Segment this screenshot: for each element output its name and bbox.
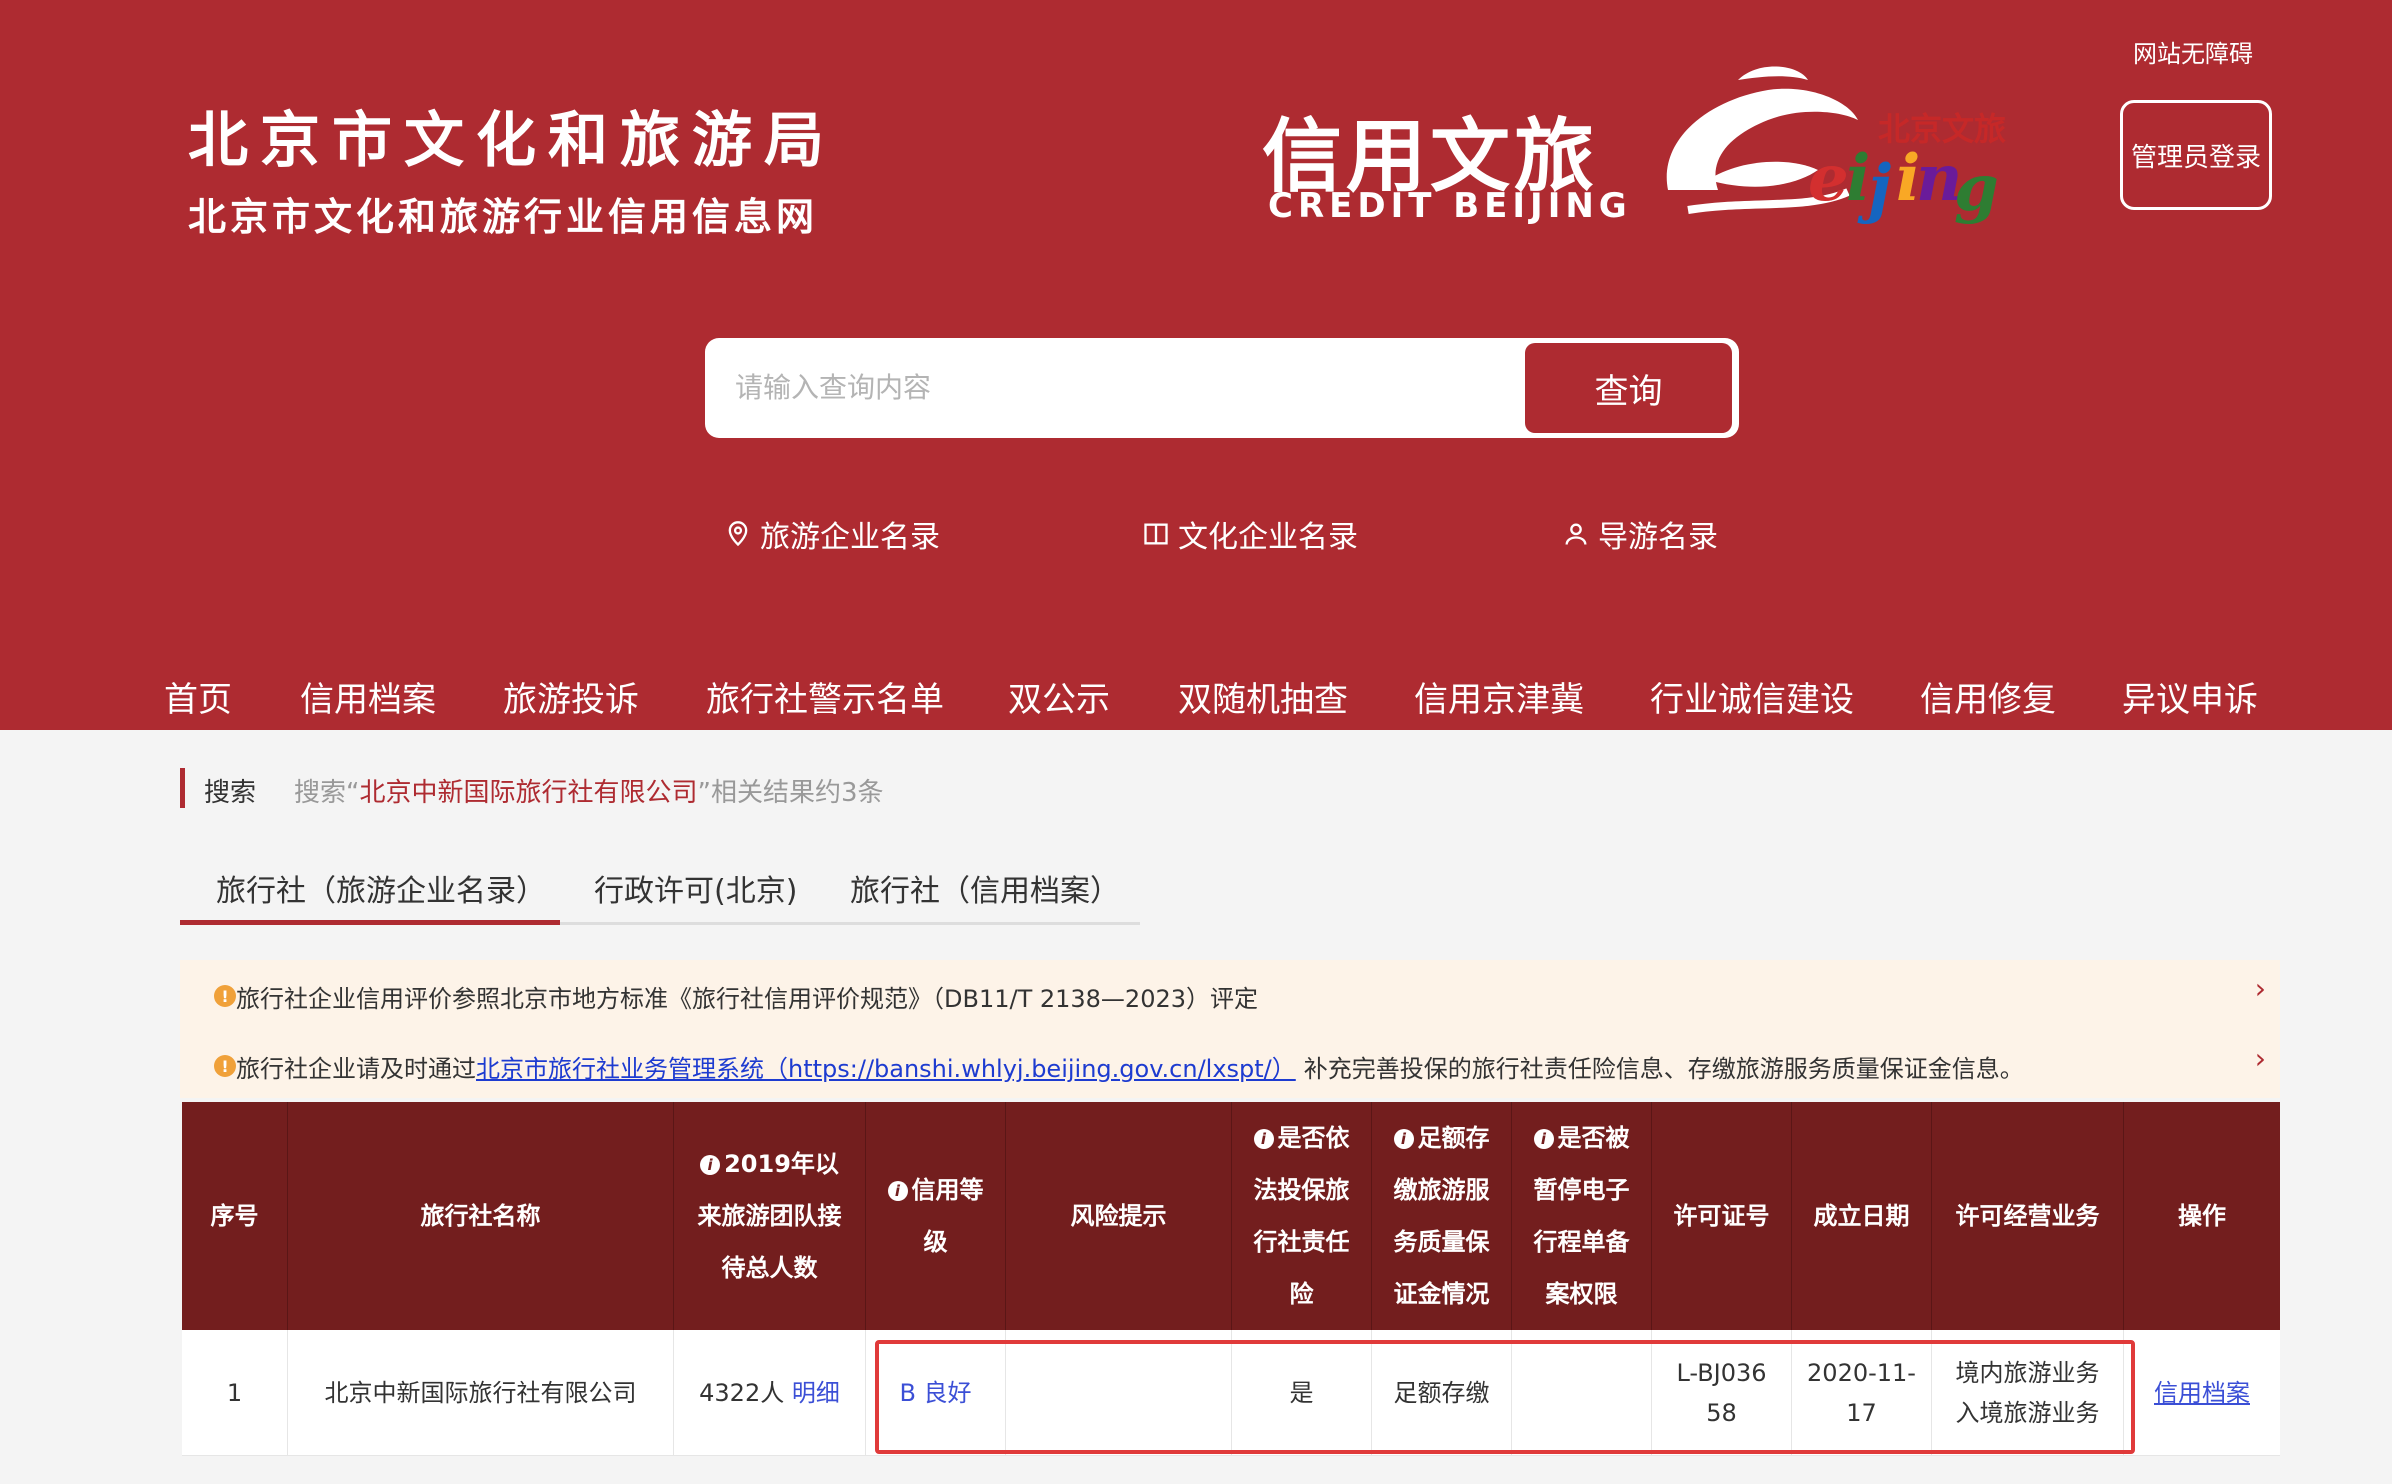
col-header: i 是否依法投保旅行社责任险 [1232, 1102, 1372, 1330]
credit-logo-en: CREDIT BEIJING [1268, 186, 1632, 226]
directory-tourism-enterprises[interactable]: 旅游企业名录 [724, 512, 940, 556]
site-subtitle: 北京市文化和旅游行业信用信息网 [188, 195, 819, 239]
date-line: 2020-11- [1807, 1359, 1916, 1387]
warning-icon: ! [214, 1055, 236, 1077]
info-icon: i [1253, 1129, 1274, 1149]
cell-risk [1006, 1330, 1232, 1456]
info-icon: i [887, 1181, 908, 1201]
nav-double-publicity[interactable]: 双公示 [1008, 672, 1110, 721]
date-line: 17 [1846, 1399, 1877, 1427]
svg-text:g: g [1954, 151, 1999, 226]
cell-action: 信用档案 [2124, 1330, 2280, 1456]
cell-credit-level: B 良好 [866, 1330, 1006, 1456]
tab-credit-files[interactable]: 旅行社（信用档案） [850, 866, 1120, 910]
cell-deposit: 足额存缴 [1372, 1330, 1512, 1456]
warning-icon: ! [214, 985, 236, 1007]
nav-agency-warning-list[interactable]: 旅行社警示名单 [706, 672, 944, 721]
user-icon [1565, 523, 1587, 545]
info-icon: i [1533, 1129, 1554, 1149]
nav-industry-integrity[interactable]: 行业诚信建设 [1650, 672, 1854, 721]
notice-item: ! 旅行社企业信用评价参照北京市地方标准《旅行社信用评价规范》（DB11/T 2… [214, 972, 1259, 1020]
tab-tourism-directory[interactable]: 旅行社（旅游企业名录） [216, 866, 546, 910]
info-icon: i [700, 1155, 721, 1175]
tab-admin-license[interactable]: 行政许可(北京) [594, 866, 797, 910]
col-header: i 足额存缴旅游服务质量保证金情况 [1372, 1102, 1512, 1330]
location-pin-icon [728, 521, 748, 547]
cell-agency-name: 北京中新国际旅行社有限公司 [288, 1330, 674, 1456]
notice-text: 补充完善投保的旅行社责任险信息、存缴旅游服务质量保证金信息。 [1303, 1054, 2024, 1083]
tab-active-indicator [180, 920, 560, 925]
license-line: 58 [1706, 1399, 1737, 1427]
nav-tourism-complaints[interactable]: 旅游投诉 [503, 672, 639, 721]
agency-system-link[interactable]: 北京市旅行社业务管理系统（https://banshi.whlyj.beijin… [476, 1049, 1296, 1084]
site-header: 网站无障碍 北京市文化和旅游局 北京市文化和旅游行业信用信息网 信用文旅 CRE… [0, 0, 2392, 730]
col-header: 序号 [182, 1102, 288, 1330]
cell-license: L-BJ036 58 [1652, 1330, 1792, 1456]
beijing-logo: e i j i n g 北京文旅 [1666, 66, 2006, 226]
credit-file-link[interactable]: 信用档案 [2154, 1373, 2250, 1413]
book-icon [1144, 523, 1168, 545]
breadcrumb-marker [180, 768, 185, 808]
cell-business: 境内旅游业务 入境旅游业务 [1932, 1330, 2124, 1456]
license-line: L-BJ036 [1676, 1359, 1767, 1387]
notice-text: 旅行社企业请及时通过 [236, 1054, 476, 1083]
col-header: 风险提示 [1006, 1102, 1232, 1330]
result-prefix: 搜索“ [294, 778, 360, 808]
nav-credit-files[interactable]: 信用档案 [300, 672, 436, 721]
notice-item: ! 旅行社企业请及时通过 北京市旅行社业务管理系统（https://banshi… [214, 1042, 2024, 1090]
info-icon: i [1393, 1129, 1414, 1149]
cell-visitors: 4322人 明细 [674, 1330, 866, 1456]
col-header: 旅行社名称 [288, 1102, 674, 1330]
nav-credit-repair[interactable]: 信用修复 [1920, 672, 2056, 721]
chevron-right-icon[interactable]: › [2255, 972, 2266, 1005]
col-header: 许可经营业务 [1932, 1102, 2124, 1330]
table-header: 序号 旅行社名称 i 2019年以来旅游团队接待总人数 i 信用等级 风险提示 i是… [182, 1102, 2280, 1330]
search-result-summary: 搜索“北京中新国际旅行社有限公司”相关结果约3条 [294, 772, 884, 809]
col-header-text: 足额存缴旅游服务质量保证金情况 [1393, 1124, 1490, 1308]
breadcrumb-label: 搜索 [204, 778, 257, 808]
directory-guides[interactable]: 导游名录 [1562, 512, 1718, 556]
col-header: i 是否被暂停电子行程单备案权限 [1512, 1102, 1652, 1330]
nav-home[interactable]: 首页 [164, 672, 232, 721]
bureau-title: 北京市文化和旅游局 [188, 106, 836, 176]
cell-insured: 是 [1232, 1330, 1372, 1456]
chevron-right-icon[interactable]: › [2255, 1042, 2266, 1075]
business-line: 入境旅游业务 [1955, 1399, 2100, 1427]
svg-text:北京文旅: 北京文旅 [1878, 110, 2006, 148]
nav-random-inspection[interactable]: 双随机抽查 [1178, 672, 1348, 721]
search-button[interactable]: 查询 [1525, 343, 1732, 433]
directory-culture-enterprises[interactable]: 文化企业名录 [1142, 512, 1358, 556]
cell-index: 1 [182, 1330, 288, 1456]
col-header: 成立日期 [1792, 1102, 1932, 1330]
table-row: 1 北京中新国际旅行社有限公司 4322人 明细 B 良好 是 足额存缴 L-B… [182, 1330, 2280, 1456]
col-header: i 2019年以来旅游团队接待总人数 [674, 1102, 866, 1330]
result-keyword: 北京中新国际旅行社有限公司 [359, 778, 698, 808]
accessibility-link[interactable]: 网站无障碍 [2133, 34, 2253, 69]
notice-text: 旅行社企业信用评价参照北京市地方标准《旅行社信用评价规范》（DB11/T 213… [236, 984, 1259, 1013]
result-suffix: ”相关结果约3条 [697, 778, 884, 808]
nav-objection-appeal[interactable]: 异议申诉 [2122, 672, 2258, 721]
col-header: i 信用等级 [866, 1102, 1006, 1330]
col-header: 操作 [2178, 1202, 2226, 1230]
credit-level-link[interactable]: B 良好 [899, 1373, 971, 1413]
notice-panel: ! 旅行社企业信用评价参照北京市地方标准《旅行社信用评价规范》（DB11/T 2… [180, 960, 2280, 1098]
business-line: 境内旅游业务 [1955, 1359, 2100, 1387]
svg-text:i: i [1846, 141, 1870, 216]
cell-suspended [1512, 1330, 1652, 1456]
directory-label: 导游名录 [1598, 520, 1718, 555]
col-header-text: 是否依法投保旅行社责任险 [1253, 1124, 1350, 1308]
col-header-text: 2019年以来旅游团队接待总人数 [697, 1150, 842, 1282]
col-header-text: 是否被暂停电子行程单备案权限 [1533, 1124, 1630, 1308]
nav-credit-jingjinji[interactable]: 信用京津冀 [1414, 672, 1584, 721]
visitors-detail-link[interactable]: 明细 [792, 1373, 840, 1413]
col-header-text: 信用等级 [911, 1176, 984, 1256]
admin-login-button[interactable]: 管理员登录 [2120, 100, 2272, 210]
directory-label: 文化企业名录 [1178, 520, 1358, 555]
directory-label: 旅游企业名录 [760, 520, 940, 555]
cell-date: 2020-11- 17 [1792, 1330, 1932, 1456]
svg-text:e: e [1808, 141, 1849, 216]
visitors-count: 4322人 [699, 1379, 785, 1407]
col-header: 许可证号 [1652, 1102, 1792, 1330]
